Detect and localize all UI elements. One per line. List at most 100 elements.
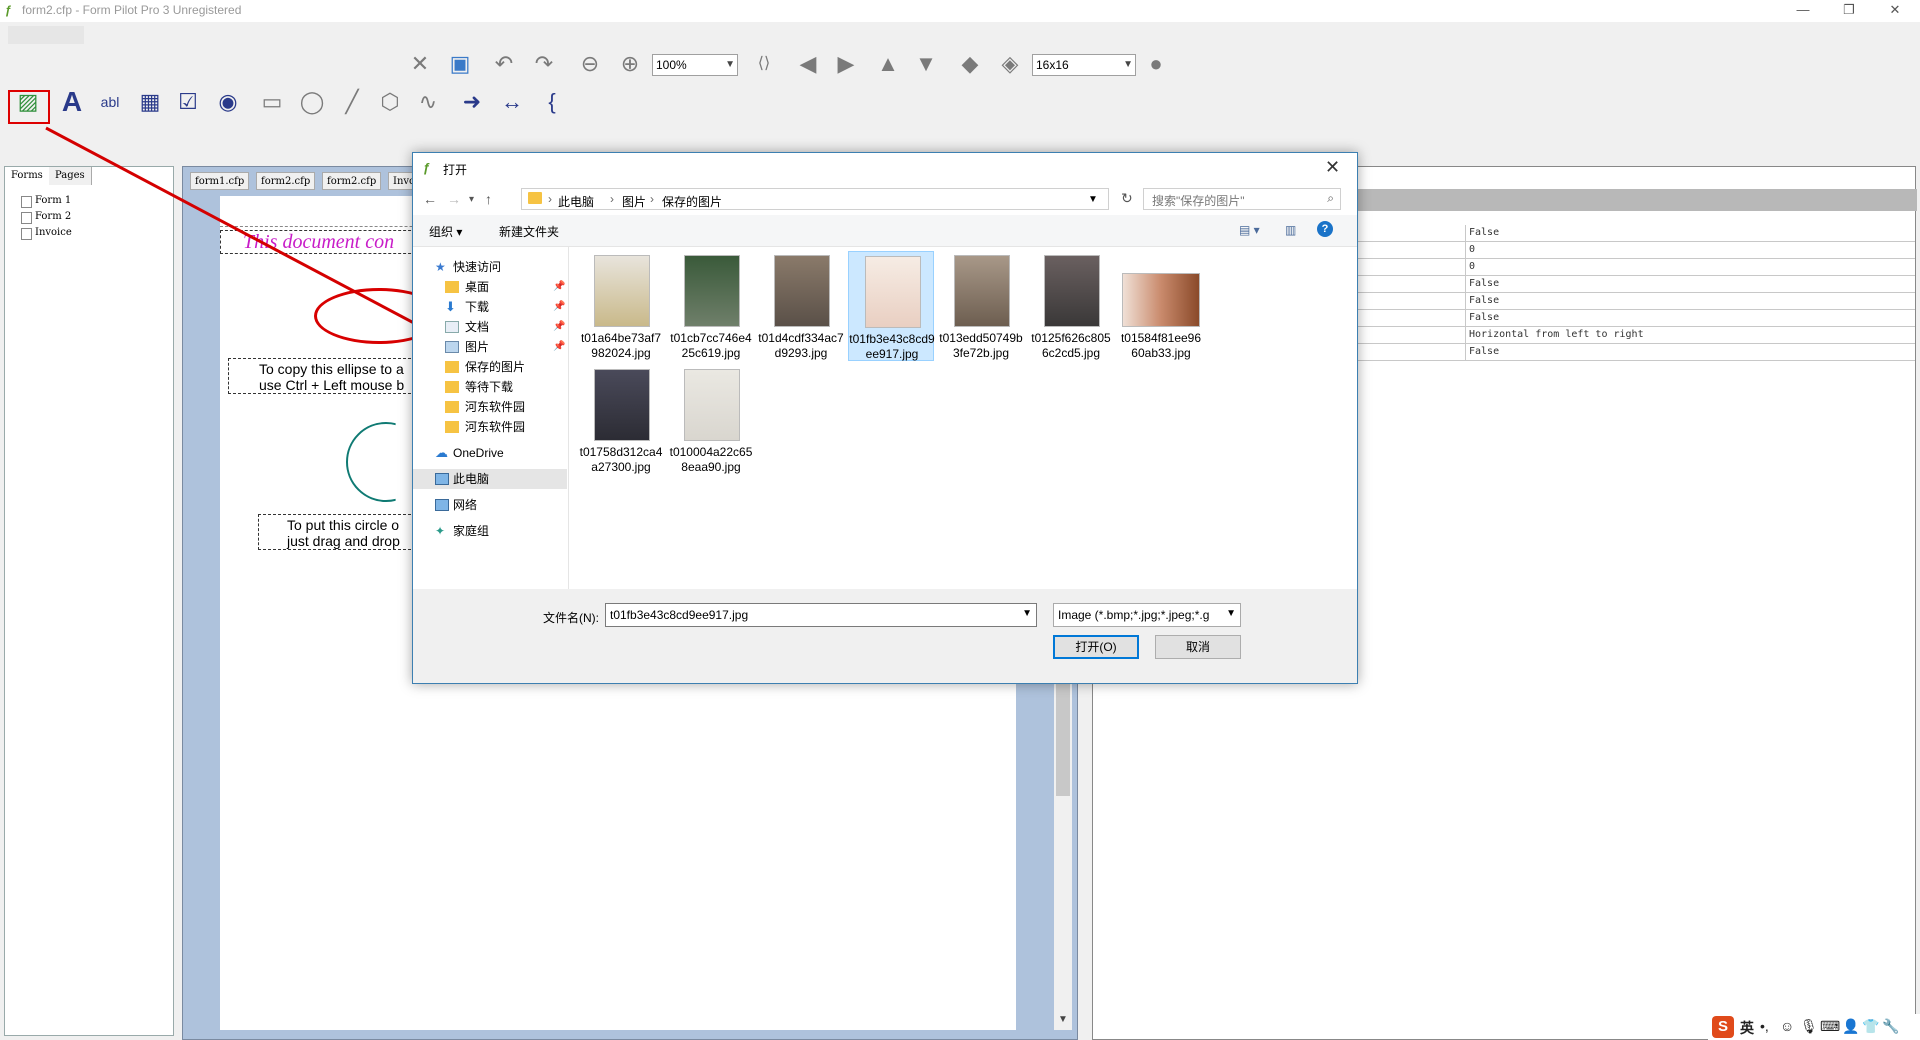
microphone-icon[interactable]: 🎙 xyxy=(1800,1018,1818,1035)
dialog-close-button[interactable]: ✕ xyxy=(1325,157,1340,178)
emoji-icon[interactable]: ☺ xyxy=(1780,1018,1794,1034)
undo-icon[interactable]: ↶ xyxy=(488,48,520,80)
file-item[interactable]: t01a64be73af7982024.jpg xyxy=(578,251,664,361)
search-input[interactable]: 搜索"保存的图片" ⌕ xyxy=(1143,188,1341,210)
wrench-icon[interactable]: 🔧 xyxy=(1882,1018,1899,1035)
ime-language[interactable]: 英 xyxy=(1740,1018,1754,1038)
sogou-ime-icon[interactable]: S xyxy=(1712,1016,1734,1038)
nav-quick-access[interactable]: ★ 快速访问 xyxy=(413,257,567,277)
system-tray: S 英 •, ☺ 🎙 ⌨ 👤 👕 🔧 xyxy=(1708,1014,1920,1040)
view-options-icon[interactable]: ▤ ▾ xyxy=(1239,223,1260,237)
nav-onedrive[interactable]: ☁ OneDrive xyxy=(413,443,567,463)
heading-frame[interactable]: This document con xyxy=(220,230,416,254)
refresh-icon[interactable]: ↻ xyxy=(1121,190,1133,207)
recent-chevron-icon[interactable]: ▾ xyxy=(469,194,474,205)
nav-hedong-2[interactable]: 河东软件园 xyxy=(413,417,567,437)
tab-forms[interactable]: Forms xyxy=(5,167,50,185)
polygon-tool-icon[interactable]: ⬡ xyxy=(374,86,406,118)
zoom-combo[interactable]: 100% ▼ xyxy=(652,54,738,76)
file-item[interactable]: t010004a22c658eaa90.jpg xyxy=(668,365,754,475)
file-item[interactable]: t01cb7cc746e425c619.jpg xyxy=(668,251,754,361)
address-bar[interactable]: › 此电脑 › 图片 › 保存的图片 ▼ xyxy=(521,188,1109,210)
nav-pictures[interactable]: 图片 📌 xyxy=(413,337,567,357)
crumb-this-pc[interactable]: 此电脑 xyxy=(558,193,594,210)
doc-tab-form2[interactable]: form2.cfp xyxy=(256,172,316,190)
arrow-down-icon[interactable]: ▼ xyxy=(910,48,942,80)
fit-width-icon[interactable]: ⟨⟩ xyxy=(748,48,780,80)
nav-pending-downloads[interactable]: 等待下载 xyxy=(413,377,567,397)
rectangle-tool-icon[interactable]: ▭ xyxy=(256,86,288,118)
redo-icon[interactable]: ↷ xyxy=(528,48,560,80)
zoom-out-icon[interactable]: ⊖ xyxy=(574,48,606,80)
new-folder-button[interactable]: 新建文件夹 xyxy=(499,223,559,240)
eraser-icon[interactable]: ◆ xyxy=(954,48,986,80)
ellipse-tool-icon[interactable]: ◯ xyxy=(296,86,328,118)
crumb-pictures[interactable]: 图片 xyxy=(622,193,646,210)
dimension-tool-icon[interactable]: ↔ xyxy=(496,86,528,118)
tab-pages[interactable]: Pages xyxy=(49,167,92,185)
brace-tool-icon[interactable]: { xyxy=(536,86,568,118)
skin-icon[interactable]: 👕 xyxy=(1862,1018,1879,1035)
shapes-icon[interactable]: ● xyxy=(1140,48,1172,80)
file-item[interactable]: t01758d312ca4a27300.jpg xyxy=(578,365,664,475)
arrow-left-icon[interactable]: ◀ xyxy=(792,48,824,80)
tree-item-form2[interactable]: Form 2 xyxy=(20,211,71,224)
icon-size-combo[interactable]: 16x16 ▼ xyxy=(1032,54,1136,76)
filetype-select[interactable]: Image (*.bmp;*.jpg;*.jpeg;*.g ▼ xyxy=(1053,603,1241,627)
eraser-all-icon[interactable]: ◈ xyxy=(994,48,1026,80)
ime-punctuation[interactable]: •, xyxy=(1760,1018,1769,1034)
restore-button[interactable]: ❐ xyxy=(1826,0,1872,22)
file-item[interactable]: t01584f81ee9660ab33.jpg xyxy=(1118,251,1204,361)
grid-tool-icon[interactable]: ▦ xyxy=(134,86,166,118)
curve-tool-icon[interactable]: ∿ xyxy=(412,86,444,118)
cancel-button[interactable]: 取消 xyxy=(1155,635,1241,659)
nav-desktop[interactable]: 桌面 📌 xyxy=(413,277,567,297)
organize-button[interactable]: 组织 ▾ xyxy=(429,223,462,240)
help-icon[interactable]: ? xyxy=(1317,221,1333,237)
text-box-2[interactable]: To put this circle o just drag and drop xyxy=(258,514,416,550)
address-dropdown-icon[interactable]: ▼ xyxy=(1088,194,1098,205)
nav-documents[interactable]: 文档 📌 xyxy=(413,317,567,337)
open-button[interactable]: 打开(O) xyxy=(1053,635,1139,659)
zoom-in-icon[interactable]: ⊕ xyxy=(614,48,646,80)
radio-tool-icon[interactable]: ◉ xyxy=(212,86,244,118)
scroll-thumb[interactable] xyxy=(1056,676,1070,796)
minimize-button[interactable]: — xyxy=(1780,0,1826,22)
nav-this-pc[interactable]: 此电脑 xyxy=(413,469,567,489)
chevron-down-icon[interactable]: ▼ xyxy=(1022,608,1032,619)
nav-homegroup[interactable]: ✦ 家庭组 xyxy=(413,521,567,541)
nav-saved-pictures[interactable]: 保存的图片 xyxy=(413,357,567,377)
arrow-tool-icon[interactable]: ➜ xyxy=(456,86,488,118)
delete-icon[interactable]: ✕ xyxy=(404,48,436,80)
text-tool-icon[interactable]: A xyxy=(56,86,88,118)
file-item[interactable]: t01d4cdf334ac7d9293.jpg xyxy=(758,251,844,361)
doc-tab-form2-b[interactable]: form2.cfp xyxy=(322,172,382,190)
crumb-saved-pictures[interactable]: 保存的图片 xyxy=(662,193,722,210)
up-icon[interactable]: ↑ xyxy=(485,191,492,207)
close-button[interactable]: ✕ xyxy=(1872,0,1918,22)
scroll-down-icon[interactable]: ▼ xyxy=(1058,1014,1068,1025)
back-icon[interactable]: ← xyxy=(423,191,437,207)
image-tool-icon[interactable]: ▨ xyxy=(12,86,44,118)
user-icon[interactable]: 👤 xyxy=(1842,1018,1859,1035)
textbox-tool-icon[interactable]: abl xyxy=(94,86,126,118)
checkbox-tool-icon[interactable]: ☑ xyxy=(172,86,204,118)
file-item[interactable]: t0125f626c8056c2cd5.jpg xyxy=(1028,251,1114,361)
keyboard-icon[interactable]: ⌨ xyxy=(1820,1018,1840,1035)
nav-hedong-1[interactable]: 河东软件园 xyxy=(413,397,567,417)
tree-item-invoice[interactable]: Invoice xyxy=(21,227,72,240)
file-item[interactable]: t013edd50749b3fe72b.jpg xyxy=(938,251,1024,361)
arrow-right-icon[interactable]: ▶ xyxy=(830,48,862,80)
line-tool-icon[interactable]: ╱ xyxy=(336,86,368,118)
text-box-1[interactable]: To copy this ellipse to a use Ctrl + Lef… xyxy=(228,358,416,394)
nav-network[interactable]: 网络 xyxy=(413,495,567,515)
preview-pane-icon[interactable]: ▥ xyxy=(1285,223,1296,237)
tree-item-form1[interactable]: Form 1 xyxy=(20,195,71,208)
file-item-selected[interactable]: t01fb3e43c8cd9ee917.jpg xyxy=(848,251,935,361)
filename-input[interactable]: t01fb3e43c8cd9ee917.jpg ▼ xyxy=(605,603,1037,627)
nav-downloads[interactable]: ⬇ 下载 📌 xyxy=(413,297,567,317)
camera-icon[interactable]: ▣ xyxy=(444,48,476,80)
doc-tab-form1[interactable]: form1.cfp xyxy=(190,172,250,190)
arrow-up-icon[interactable]: ▲ xyxy=(872,48,904,80)
forward-icon[interactable]: → xyxy=(447,191,461,207)
